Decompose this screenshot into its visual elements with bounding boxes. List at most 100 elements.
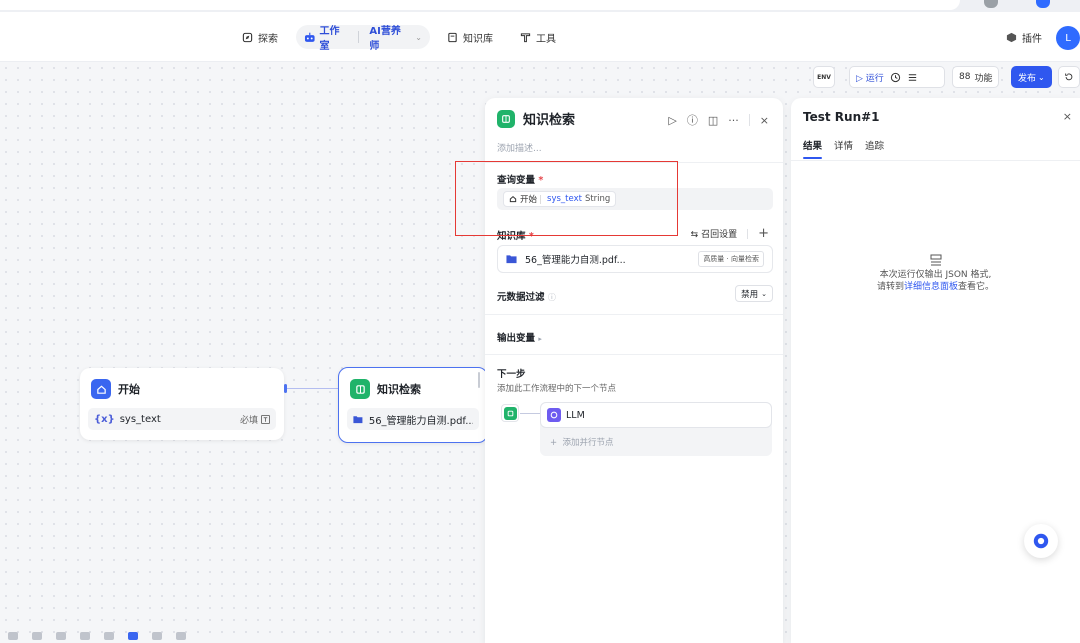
panel-actions: ▷ ⓘ ◫ ··· × xyxy=(668,112,769,128)
metadata-label-text: 元数据过滤 xyxy=(497,292,545,303)
chat-icon xyxy=(1033,533,1049,549)
zoom-in-icon[interactable] xyxy=(32,632,42,640)
tools-icon xyxy=(520,32,531,42)
required-badge: 必填 xyxy=(240,413,270,426)
help-icon[interactable]: ⓘ xyxy=(548,293,556,302)
empty-line-2: 请转到详细信息面板查看它。 xyxy=(791,281,1080,293)
start-node[interactable]: 开始 {x} sys_text 必填 xyxy=(80,368,284,440)
tab-result[interactable]: 结果 xyxy=(803,138,823,159)
user-avatar[interactable]: L xyxy=(1056,26,1080,50)
folder-icon xyxy=(353,415,363,423)
nav-tools-label: 工具 xyxy=(536,33,556,45)
chevron-down-icon: ⌄ xyxy=(415,32,422,42)
canvas-toolbar: ENV xyxy=(813,66,835,88)
history-icon[interactable] xyxy=(890,72,901,83)
run-group: ▷ 运行 xyxy=(849,66,945,88)
features-button[interactable]: 88 功能 xyxy=(952,66,1000,88)
divider xyxy=(485,354,783,355)
divider xyxy=(791,160,1080,161)
chevron-right-icon: ▸ xyxy=(538,335,542,343)
detail-panel-link[interactable]: 详细信息面板 xyxy=(904,282,958,292)
empty-line-2-prefix: 请转到 xyxy=(876,282,904,292)
close-icon[interactable]: × xyxy=(1063,110,1072,123)
kb-file-name: 56_管理能力自测.pdf... xyxy=(525,255,626,266)
add-parallel-label: 添加并行节点 xyxy=(562,438,614,448)
test-run-empty-state: 本次运行仅输出 JSON 格式, 请转到详细信息面板查看它。 xyxy=(791,254,1080,293)
tab-detail[interactable]: 详情 xyxy=(834,138,853,152)
start-node-variable: {x} sys_text 必填 xyxy=(88,408,276,430)
env-button[interactable]: ENV xyxy=(813,66,835,88)
list-icon[interactable] xyxy=(907,72,918,83)
metadata-filter-label: 元数据过滤 ⓘ xyxy=(497,289,556,303)
minimap-icon[interactable] xyxy=(152,632,162,640)
chevron-down-icon: ⌄ xyxy=(1038,72,1045,82)
tab-trace[interactable]: 追踪 xyxy=(865,138,884,152)
resize-handle[interactable] xyxy=(478,372,480,388)
browser-menu-icon[interactable] xyxy=(984,0,998,8)
nav-knowledge[interactable]: 知识库 xyxy=(447,26,493,48)
knowledge-node[interactable]: 知识检索 56_管理能力自测.pdf... xyxy=(338,367,488,443)
publish-label: 发布 xyxy=(1018,73,1037,84)
pointer-icon[interactable] xyxy=(104,632,114,640)
browser-chrome xyxy=(0,0,1080,12)
test-run-panel: Test Run#1 × 结果 详情 追踪 本次运行仅输出 JSON 格式, 请… xyxy=(791,98,1080,643)
browser-profile-icon[interactable] xyxy=(1036,0,1050,8)
next-connector xyxy=(520,413,540,414)
features-toolbar: 88 功能 xyxy=(952,66,1000,88)
knowledge-node-file: 56_管理能力自测.pdf... xyxy=(347,408,479,430)
robot-icon xyxy=(304,32,315,42)
start-variable-name: sys_text xyxy=(119,413,161,425)
required-label: 必填 xyxy=(239,415,258,426)
connection-handle[interactable] xyxy=(284,384,287,393)
panel-header: 知识检索 xyxy=(497,109,575,128)
llm-icon xyxy=(547,408,561,422)
address-bar[interactable] xyxy=(0,0,960,10)
output-variable-toggle[interactable]: 输出变量 ▸ xyxy=(497,330,542,344)
panel-title: 知识检索 xyxy=(523,113,576,128)
run-toolbar: ▷ 运行 xyxy=(849,66,945,88)
chevron-down-icon: ⌄ xyxy=(761,289,767,298)
description-input[interactable]: 添加描述... xyxy=(497,141,542,154)
nav-plugin[interactable]: 插件 xyxy=(1006,26,1042,48)
close-icon[interactable]: × xyxy=(760,114,769,127)
nav-knowledge-label: 知识库 xyxy=(463,33,493,45)
play-icon[interactable]: ▷ xyxy=(668,114,676,127)
metadata-filter-select[interactable]: 禁用 ⌄ xyxy=(735,285,773,302)
run-button[interactable]: ▷ 运行 xyxy=(856,71,884,84)
book-icon xyxy=(497,109,515,128)
nav-explore[interactable]: 探索 xyxy=(242,26,278,48)
comment-icon[interactable] xyxy=(56,632,66,640)
layout-icon[interactable] xyxy=(80,632,90,640)
assistant-button[interactable] xyxy=(1024,524,1058,558)
publish-button[interactable]: 发布 ⌄ xyxy=(1011,66,1052,88)
fit-icon[interactable] xyxy=(176,632,186,640)
next-step-label: 下一步 xyxy=(497,369,526,380)
next-node-name: LLM xyxy=(566,409,585,421)
restore-icon xyxy=(1064,73,1073,81)
info-icon[interactable]: ⓘ xyxy=(687,112,698,128)
cube-icon xyxy=(1006,32,1017,42)
folder-icon xyxy=(506,255,517,264)
next-node-llm[interactable]: LLM xyxy=(540,402,772,428)
grid-icon: 88 xyxy=(959,72,971,82)
add-parallel-node-button[interactable]: + 添加并行节点 xyxy=(550,436,614,448)
knowledge-base-item[interactable]: 56_管理能力自测.pdf... 高质量 · 向量检索 xyxy=(497,245,773,273)
nav-explore-label: 探索 xyxy=(258,33,278,45)
features-label: 功能 xyxy=(974,73,993,84)
hand-icon[interactable] xyxy=(128,632,138,640)
workspace-switcher[interactable]: 工作室 AI营养师 ⌄ xyxy=(296,25,430,52)
highlight-annotation xyxy=(455,161,678,236)
add-knowledge-icon[interactable]: + xyxy=(758,226,769,241)
knowledge-node-header: 知识检索 xyxy=(350,379,421,399)
recall-settings-button[interactable]: ⇆ 召回设置 xyxy=(691,227,737,240)
nav-tools[interactable]: 工具 xyxy=(520,26,556,48)
restore-button[interactable] xyxy=(1057,66,1080,88)
workspace-label: 工作室 xyxy=(319,26,340,52)
more-icon[interactable]: ··· xyxy=(728,114,739,127)
nav-plugin-label: 插件 xyxy=(1022,33,1042,45)
book-open-icon[interactable]: ◫ xyxy=(708,114,718,127)
workspace-separator xyxy=(358,31,360,43)
test-run-tabs: 结果 详情 追踪 xyxy=(803,138,884,159)
knowledge-node-title: 知识检索 xyxy=(377,383,421,396)
zoom-out-icon[interactable] xyxy=(8,632,18,640)
